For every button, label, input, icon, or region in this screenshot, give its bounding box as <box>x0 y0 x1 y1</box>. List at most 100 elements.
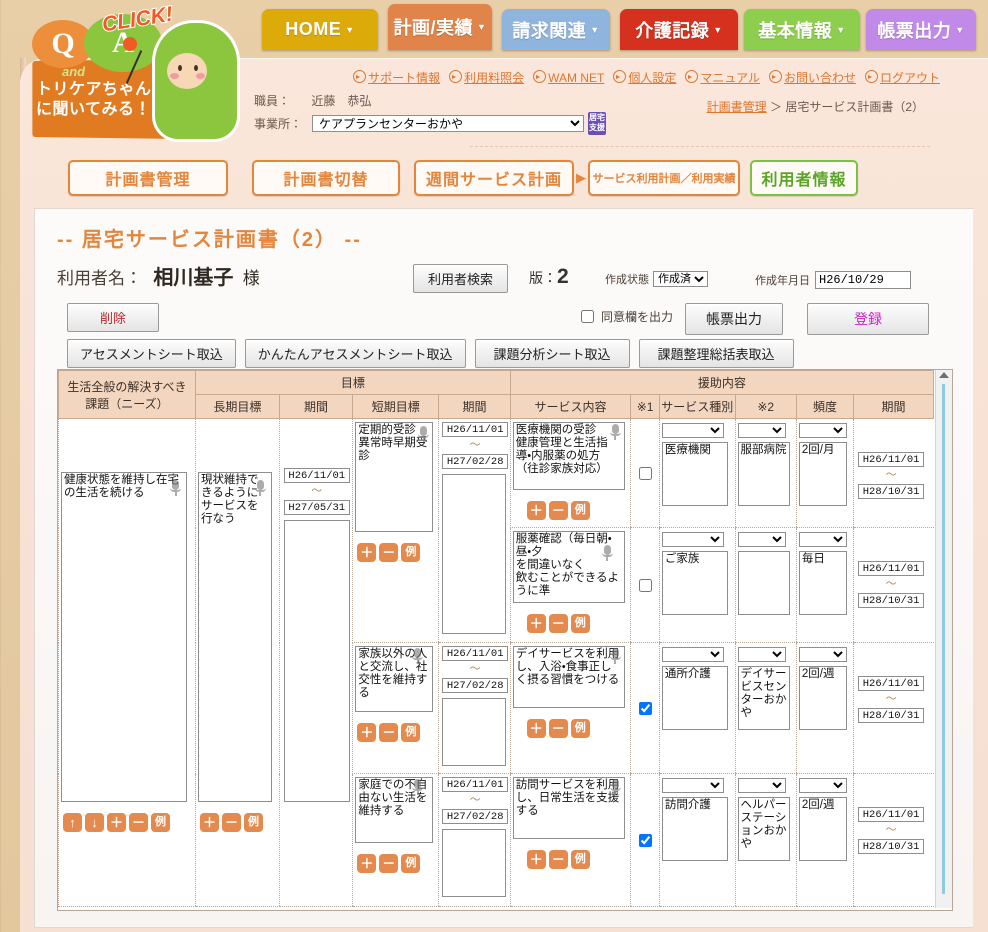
short-goal-period-from[interactable]: H26/11/01 <box>442 777 509 792</box>
mark-1-checkbox[interactable] <box>639 701 653 715</box>
short-goal-remove-button[interactable]: － <box>379 854 399 873</box>
short-goal-add-button[interactable]: ＋ <box>357 543 377 562</box>
needs-move-down-button[interactable]: ↓ <box>85 813 104 832</box>
link-support-info[interactable]: サポート情報 <box>353 69 440 86</box>
frequency-textarea[interactable]: 2回/月 <box>798 442 847 506</box>
service-period-to[interactable]: H28/10/31 <box>858 484 925 499</box>
consent-output-checkbox[interactable] <box>581 310 594 323</box>
link-contact[interactable]: お問い合わせ <box>768 69 856 86</box>
tab-report-output[interactable]: 帳票出力 ▼ <box>866 9 976 50</box>
frequency-textarea[interactable]: 2回/週 <box>798 666 847 730</box>
short-goal-period-to[interactable]: H27/02/28 <box>442 809 509 824</box>
long-goal-period-to[interactable]: H27/05/31 <box>283 500 350 515</box>
mark-2-textarea[interactable]: ヘルパーステーションおかや <box>737 797 790 861</box>
office-select[interactable]: ケアプランセンターおかや <box>312 115 584 132</box>
tab-plan-results[interactable]: 計画/実績 ▼ <box>388 4 492 50</box>
mark-2-textarea[interactable]: 服部病院 <box>737 442 790 506</box>
subnav-plan-management[interactable]: 計画書管理 <box>68 160 228 196</box>
service-period-from[interactable]: H26/11/01 <box>858 452 925 467</box>
link-personal-settings[interactable]: 個人設定 <box>613 69 676 86</box>
service-type-textarea[interactable]: ご家族 <box>661 551 728 615</box>
service-example-button[interactable]: 例 <box>570 850 590 869</box>
needs-remove-button[interactable]: － <box>129 813 148 832</box>
microphone-icon[interactable] <box>417 426 430 443</box>
long-goal-period-from[interactable]: H26/11/01 <box>283 468 350 483</box>
status-select[interactable]: 作成済 <box>653 271 708 287</box>
microphone-icon[interactable] <box>411 648 424 665</box>
service-example-button[interactable]: 例 <box>570 719 590 738</box>
microphone-icon[interactable] <box>254 480 267 497</box>
service-content-textarea[interactable]: 服薬確認（毎日朝・昼・夕 を間違いなく 飲むことができるように準 <box>512 531 625 603</box>
long-goal-period-note[interactable] <box>283 520 350 802</box>
grid-vertical-scrollbar[interactable] <box>935 370 952 908</box>
subnav-plan-switch[interactable]: 計画書切替 <box>252 160 400 196</box>
needs-textarea[interactable]: 健康状態を維持し在宅の生活を続ける <box>61 472 187 802</box>
service-type-textarea[interactable]: 訪問介護 <box>661 797 728 861</box>
short-goal-remove-button[interactable]: － <box>379 543 399 562</box>
tab-basic-info[interactable]: 基本情報 ▼ <box>744 9 860 50</box>
import-assessment-sheet-button[interactable]: アセスメントシート取込 <box>67 339 236 368</box>
service-type-textarea[interactable]: 医療機関 <box>661 442 728 506</box>
microphone-icon[interactable] <box>609 648 622 665</box>
short-goal-period-from[interactable]: H26/11/01 <box>442 422 509 437</box>
created-date-input[interactable] <box>815 271 911 289</box>
service-period-to[interactable]: H28/10/31 <box>858 708 925 723</box>
link-logout[interactable]: ログアウト <box>864 69 940 86</box>
service-type-select[interactable] <box>661 647 724 662</box>
microphone-icon[interactable] <box>601 545 614 562</box>
scroll-up-arrow-icon[interactable] <box>939 372 949 378</box>
microphone-icon[interactable] <box>411 779 424 796</box>
delete-button[interactable]: 削除 <box>67 303 160 332</box>
frequency-textarea[interactable]: 毎日 <box>798 551 847 615</box>
mark-2-textarea[interactable]: デイサービスセンターおかや <box>737 666 790 730</box>
service-example-button[interactable]: 例 <box>570 614 590 633</box>
frequency-select[interactable] <box>798 532 847 547</box>
service-add-button[interactable]: ＋ <box>526 501 546 520</box>
service-add-button[interactable]: ＋ <box>526 614 546 633</box>
scroll-track[interactable] <box>942 384 945 894</box>
microphone-icon[interactable] <box>609 424 622 441</box>
report-output-button[interactable]: 帳票出力 <box>685 303 783 335</box>
service-period-from[interactable]: H26/11/01 <box>858 676 925 691</box>
mark-2-select[interactable] <box>737 423 786 438</box>
service-period-to[interactable]: H28/10/31 <box>858 593 925 608</box>
long-goal-remove-button[interactable]: － <box>221 813 241 832</box>
service-remove-button[interactable]: － <box>548 719 568 738</box>
service-period-from[interactable]: H26/11/01 <box>858 561 925 576</box>
service-example-button[interactable]: 例 <box>570 501 590 520</box>
register-button[interactable]: 登録 <box>807 303 929 335</box>
link-fee-inquiry[interactable]: 利用料照会 <box>449 69 524 86</box>
mark-1-checkbox[interactable] <box>639 578 653 592</box>
tab-home[interactable]: HOME ▼ <box>262 9 378 50</box>
short-goal-period-note[interactable] <box>442 698 507 766</box>
service-add-button[interactable]: ＋ <box>526 850 546 869</box>
service-type-select[interactable] <box>661 532 724 547</box>
microphone-icon[interactable] <box>169 480 182 497</box>
needs-move-up-button[interactable]: ↑ <box>63 813 82 832</box>
short-goal-example-button[interactable]: 例 <box>401 543 421 562</box>
short-goal-add-button[interactable]: ＋ <box>357 854 377 873</box>
subnav-user-info[interactable]: 利用者情報 <box>750 160 858 196</box>
long-goal-add-button[interactable]: ＋ <box>199 813 219 832</box>
mark-2-select[interactable] <box>737 647 786 662</box>
tab-care-record[interactable]: 介護記録 ▼ <box>620 9 738 50</box>
mark-2-textarea[interactable] <box>737 551 790 615</box>
link-manual[interactable]: マニュアル <box>685 69 760 86</box>
import-issue-analysis-sheet-button[interactable]: 課題分析シート取込 <box>474 339 630 368</box>
short-goal-example-button[interactable]: 例 <box>401 854 421 873</box>
long-goal-textarea[interactable]: 現状維持できるようにサービスを行なう <box>197 472 272 802</box>
mascot-logo[interactable]: Q A CLICK! and トリケアちゃん に聞いてみる！ <box>14 2 242 148</box>
service-period-to[interactable]: H28/10/31 <box>858 839 925 854</box>
frequency-select[interactable] <box>798 778 847 793</box>
frequency-textarea[interactable]: 2回/週 <box>798 797 847 861</box>
frequency-select[interactable] <box>798 423 847 438</box>
service-remove-button[interactable]: － <box>548 850 568 869</box>
needs-example-button[interactable]: 例 <box>151 813 170 832</box>
short-goal-period-note[interactable] <box>442 474 507 634</box>
short-goal-add-button[interactable]: ＋ <box>357 723 377 742</box>
import-issue-summary-table-button[interactable]: 課題整理総括表取込 <box>638 339 794 368</box>
service-type-select[interactable] <box>661 423 724 438</box>
service-remove-button[interactable]: － <box>548 614 568 633</box>
service-period-from[interactable]: H26/11/01 <box>858 807 925 822</box>
import-easy-assessment-sheet-button[interactable]: かんたんアセスメントシート取込 <box>244 339 466 368</box>
